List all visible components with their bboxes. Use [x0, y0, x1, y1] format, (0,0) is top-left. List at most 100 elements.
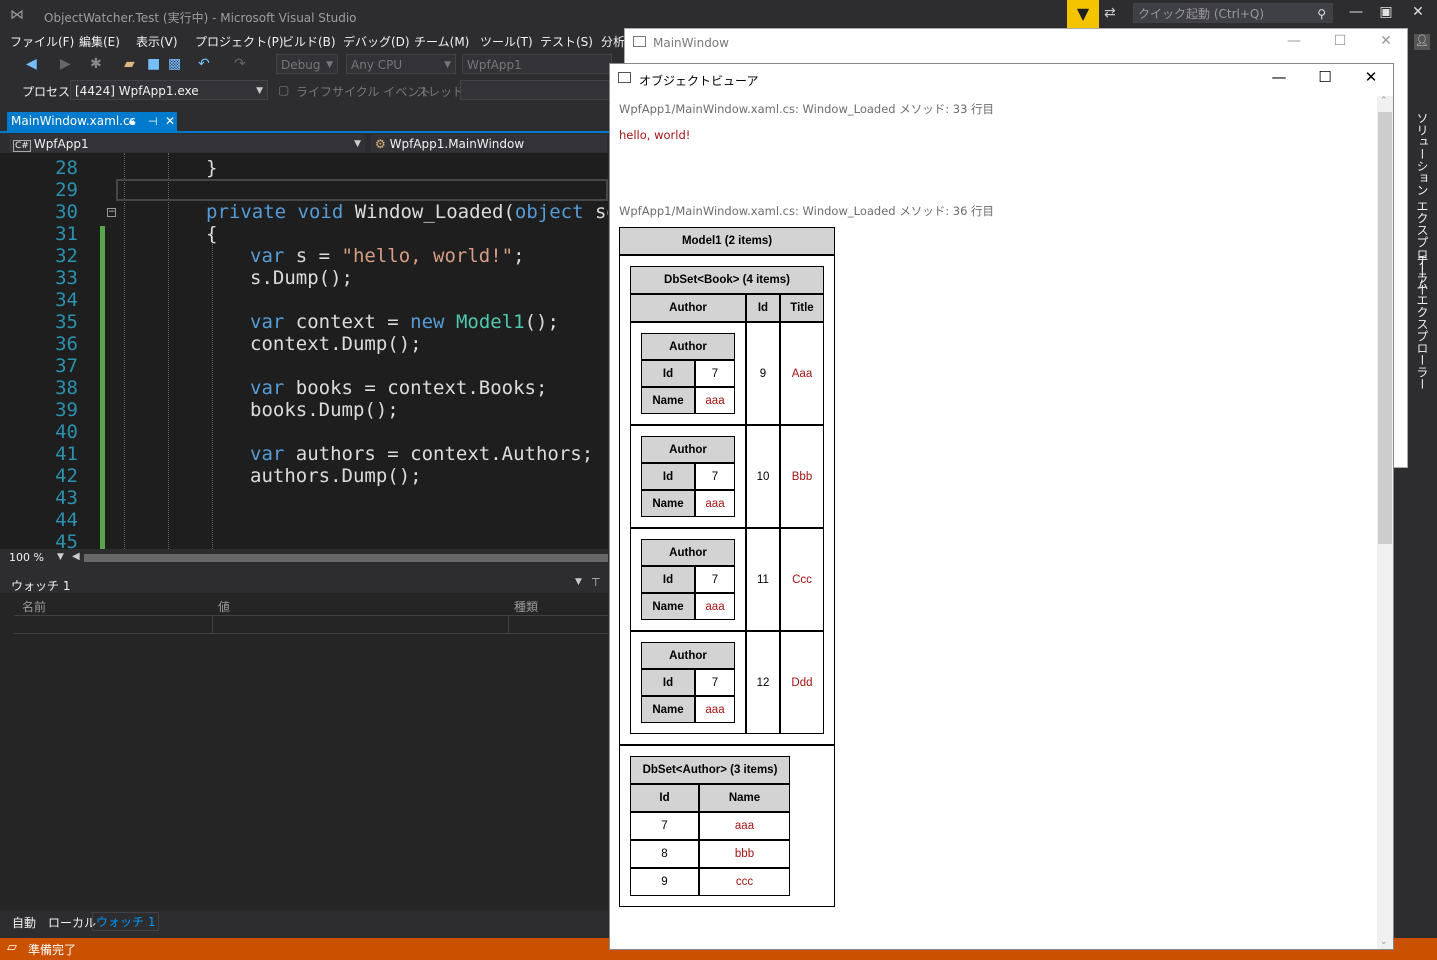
book-title: Bbb — [779, 425, 824, 528]
class-nav-select[interactable]: ⚙ WpfApp1.MainWindow — [370, 133, 608, 153]
watch-empty-row[interactable] — [14, 615, 608, 634]
scroll-up-icon[interactable]: ⌃ — [1380, 96, 1388, 106]
platform-select[interactable]: Any CPU ▼ — [346, 54, 456, 74]
lifecycle-events[interactable]: ライフサイクル イベント — [296, 83, 431, 100]
save-all-icon[interactable]: ▩ — [168, 56, 181, 72]
window-title: ObjectWatcher.Test (実行中) - Microsoft Vis… — [44, 11, 357, 25]
minimize-icon[interactable]: — — [1342, 4, 1370, 20]
menu-edit[interactable]: 編集(E) — [79, 33, 120, 50]
close-icon[interactable]: ✕ — [1404, 4, 1432, 20]
minimize-icon[interactable]: — — [1264, 68, 1294, 86]
menu-file[interactable]: ファイル(F) — [10, 33, 74, 50]
fold-toggle-icon[interactable]: − — [107, 208, 116, 217]
quick-launch-input[interactable]: クイック起動 (Ctrl+Q) ⚲ — [1133, 3, 1333, 23]
menu-bar: ファイル(F) 編集(E) 表示(V) プロジェクト(P) ビルド(B) デバッ… — [0, 30, 625, 52]
menu-test[interactable]: テスト(S) — [540, 33, 593, 50]
col-name[interactable]: 名前 — [22, 598, 46, 615]
horizontal-scrollbar[interactable] — [84, 554, 608, 562]
open-icon[interactable]: ▰ — [124, 56, 135, 72]
menu-tools[interactable]: ツール(T) — [480, 33, 533, 50]
team-explorer-tab[interactable]: チーム エクスプローラー — [1414, 254, 1431, 390]
right-tool-strip: 👤︎ ソリューション エクスプローラー チーム エクスプローラー — [1408, 28, 1437, 908]
author-name-label: Name — [641, 593, 695, 620]
menu-team[interactable]: チーム(M) — [414, 33, 469, 50]
account-icon[interactable]: 👤︎ — [1414, 34, 1430, 50]
code-editor[interactable]: 28 29 30 31 32 33 34 35 36 37 38 39 40 41 42 43 44 45 − }… — [0, 153, 608, 549]
new-project-icon[interactable]: ✱ — [90, 56, 102, 72]
watch-menu-icon[interactable]: ▼ — [575, 577, 582, 587]
indent-guide — [168, 153, 169, 549]
tab-watch1[interactable]: ウォッチ 1 — [92, 912, 160, 931]
lifecycle-icon[interactable]: ▢ — [278, 83, 289, 97]
search-icon: ⚲ — [1317, 7, 1326, 21]
tab-mainwindow-xaml-cs[interactable]: MainWindow.xaml.cs 🔒︎ ⊣ ✕ — [7, 112, 177, 131]
maximize-icon[interactable]: ▣ — [1372, 4, 1400, 20]
book-author-table: Author Id 7 Name aaa — [641, 436, 735, 517]
project-nav-select[interactable]: C# WpfApp1 ▼ — [8, 133, 366, 153]
menu-build[interactable]: ビルド(B) — [282, 33, 336, 50]
code-line-28: } — [206, 157, 218, 179]
code-line-42: authors.Dump(); — [250, 465, 422, 487]
undo-icon[interactable]: ↶ — [198, 56, 210, 72]
zoom-level[interactable]: 100 % — [9, 551, 44, 564]
debug-tool-tabs: 自動 ローカル ウォッチ 1 — [0, 910, 608, 936]
viewer-vertical-scrollbar[interactable]: ⌃ ⌄ — [1377, 96, 1393, 949]
feedback-icon[interactable]: ⇄ — [1104, 5, 1116, 21]
menu-analyze[interactable]: 分析 — [601, 33, 625, 50]
save-icon[interactable]: ■ — [147, 56, 160, 72]
menu-project[interactable]: プロジェクト(P) — [195, 33, 284, 50]
close-tab-icon[interactable]: ✕ — [165, 112, 175, 131]
close-icon[interactable]: ✕ — [1356, 68, 1386, 86]
back-icon[interactable]: ◀ — [26, 56, 37, 72]
process-select[interactable]: [4424] WpfApp1.exe ▼ — [70, 80, 268, 100]
book-id: 11 — [746, 528, 780, 631]
author-header: Author — [641, 333, 735, 360]
col-value[interactable]: 値 — [218, 598, 230, 615]
menu-debug[interactable]: デバッグ(D) — [343, 33, 410, 50]
close-icon[interactable]: ✕ — [1371, 33, 1401, 49]
book-id: 9 — [746, 322, 780, 425]
maximize-icon[interactable]: ☐ — [1325, 33, 1355, 49]
book-author-table: Author Id 7 Name aaa — [641, 642, 735, 723]
scroll-down-icon[interactable]: ⌄ — [1380, 937, 1388, 947]
lock-icon: 🔒︎ — [129, 116, 135, 127]
author-id-value: 7 — [695, 463, 735, 490]
config-select[interactable]: Debug ▼ — [276, 54, 338, 74]
filter-icon[interactable]: ▼ — [1067, 0, 1099, 28]
object-viewer-window: オブジェクトビューア — ☐ ✕ WpfApp1/MainWindow.xaml… — [609, 63, 1394, 950]
pin-icon[interactable]: ⊤ — [591, 576, 601, 589]
status-text: 準備完了 — [28, 943, 77, 957]
code-line-35: var context = new Model1(); — [250, 311, 559, 333]
book-row: Author Id 7 Name aaa 10 Bbb — [630, 425, 824, 528]
maximize-icon[interactable]: ☐ — [1310, 68, 1340, 86]
watch-header: ウォッチ 1 ▼ ⊤ — [0, 575, 608, 593]
author-name-value: aaa — [695, 696, 735, 723]
thread-select[interactable] — [460, 80, 612, 100]
scroll-thumb[interactable] — [1378, 112, 1392, 544]
col-type[interactable]: 種類 — [514, 598, 538, 615]
menu-view[interactable]: 表示(V) — [136, 33, 178, 50]
pin-icon[interactable]: ⊣ — [148, 112, 158, 131]
startup-select[interactable]: WpfApp1 — [462, 54, 612, 74]
author-name-label: Name — [641, 490, 695, 517]
zoom-dropdown-icon[interactable]: ▼ — [57, 552, 64, 562]
author-name: ccc — [699, 868, 790, 896]
redo-icon[interactable]: ↷ — [234, 56, 246, 72]
platform-value: Any CPU — [351, 58, 403, 72]
tab-locals[interactable]: ローカル — [48, 914, 96, 931]
author-name-label: Name — [641, 696, 695, 723]
minimize-icon[interactable]: — — [1279, 33, 1309, 49]
book-id: 10 — [746, 425, 780, 528]
code-line-36: context.Dump(); — [250, 333, 422, 355]
current-line-highlight — [116, 179, 608, 201]
debug-location-toolbar: プロセス: [4424] WpfApp1.exe ▼ ▢ ライフサイクル イベント… — [0, 78, 620, 104]
author-id: 8 — [630, 840, 699, 868]
editor-zoom-bar: 100 % ▼ ◀ — [0, 549, 608, 567]
scroll-left-icon[interactable]: ◀ — [72, 551, 80, 562]
author-id-label: Id — [641, 463, 695, 490]
forward-icon[interactable]: ▶ — [60, 56, 71, 72]
vs-title-bar: ⋈ ObjectWatcher.Test (実行中) - Microsoft V… — [0, 0, 1437, 30]
vs-logo-icon: ⋈ — [10, 7, 24, 23]
tab-autos[interactable]: 自動 — [12, 914, 36, 931]
code-line-41: var authors = context.Authors; — [250, 443, 594, 465]
